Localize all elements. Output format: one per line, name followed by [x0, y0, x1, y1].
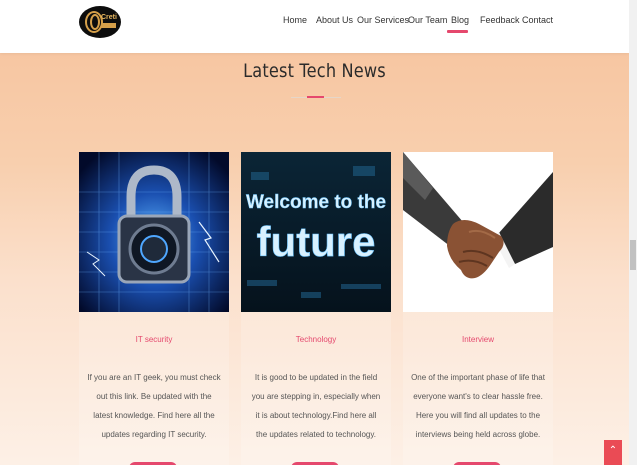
logo-text: Creti: [101, 14, 117, 21]
page-scrollbar[interactable]: [629, 0, 637, 465]
nav-blog[interactable]: Blog: [451, 15, 469, 25]
logo-bar: [101, 23, 116, 28]
site-header: Creti Home About Us Our Services Our Tea…: [0, 0, 629, 53]
card-description: If you are an IT geek, you must check ou…: [87, 373, 221, 439]
section-title: Latest Tech News: [243, 60, 386, 82]
nav-contact[interactable]: Contact: [522, 15, 553, 25]
news-card-it-security: IT security If you are an IT geek, you m…: [79, 152, 229, 465]
nav-feedback[interactable]: Feedback: [480, 15, 520, 25]
welcome-future-image[interactable]: Welcome to the future: [241, 152, 391, 312]
brand-logo[interactable]: Creti: [79, 6, 121, 38]
active-nav-indicator: [447, 30, 468, 33]
card-title[interactable]: Interview: [403, 335, 553, 344]
page: Creti Home About Us Our Services Our Tea…: [0, 0, 629, 465]
nav-about-us[interactable]: About Us: [316, 15, 353, 25]
scrollbar-thumb[interactable]: [630, 240, 636, 270]
nav-our-services[interactable]: Our Services: [357, 15, 409, 25]
nav-our-team[interactable]: Our Team: [408, 15, 447, 25]
card-description: One of the important phase of life that …: [411, 373, 545, 439]
padlock-cyber-image[interactable]: [79, 152, 229, 312]
title-divider-accent: [307, 96, 324, 98]
handshake-image[interactable]: [403, 152, 553, 312]
card-title[interactable]: Technology: [241, 335, 391, 344]
nav-home[interactable]: Home: [283, 15, 307, 25]
back-to-top-button[interactable]: ⌃: [604, 440, 622, 465]
news-card-technology: Welcome to the future Technology It is g…: [241, 152, 391, 465]
news-card-interview: Interview One of the important phase of …: [403, 152, 553, 465]
image-text-welcome: Welcome to the: [246, 192, 386, 213]
chevron-up-icon: ⌃: [608, 445, 618, 456]
card-title[interactable]: IT security: [79, 335, 229, 344]
logo-ring-inner: [90, 14, 100, 30]
card-description: It is good to be updated in the field yo…: [251, 373, 381, 439]
image-text-future: future: [257, 218, 376, 265]
